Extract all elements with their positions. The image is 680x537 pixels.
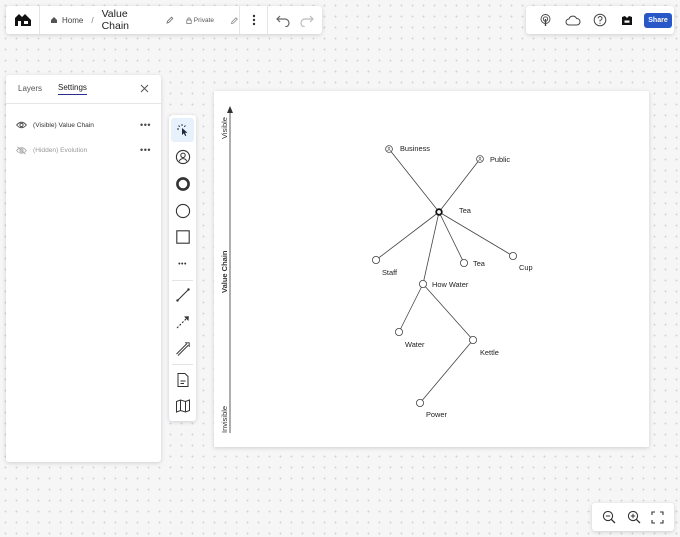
line-tool[interactable] — [171, 283, 194, 307]
node-water[interactable] — [394, 327, 403, 336]
link-public-tea[interactable] — [438, 158, 481, 213]
breadcrumb-separator: / — [91, 15, 94, 25]
label-tea[interactable]: Tea — [473, 259, 485, 268]
home-icon[interactable] — [50, 16, 58, 24]
node-tea-anchor[interactable] — [435, 208, 443, 216]
select-tool[interactable] — [171, 118, 194, 143]
layer-name: (Hidden) Evolution — [33, 146, 88, 154]
lock-icon — [186, 17, 192, 24]
component-tool[interactable] — [171, 198, 194, 222]
zoom-controls — [592, 503, 674, 531]
layers-settings-panel: Layers Settings (Visible) Value Chain ••… — [6, 75, 161, 462]
layer-item-evolution[interactable]: (Hidden) Evolution ••• — [16, 143, 151, 157]
app-logo-icon — [14, 14, 31, 26]
anchor-tool[interactable] — [171, 172, 194, 196]
layer-menu-icon[interactable]: ••• — [140, 146, 151, 155]
history-controls — [268, 6, 322, 34]
dashed-arrow-icon — [176, 316, 189, 329]
privacy-label: Private — [193, 16, 214, 24]
privacy-status[interactable]: Private — [186, 17, 214, 24]
eye-icon[interactable] — [16, 121, 29, 129]
label-water[interactable]: Water — [405, 340, 424, 349]
node-staff[interactable] — [371, 255, 380, 264]
undo-icon[interactable] — [275, 13, 291, 27]
fullscreen-icon[interactable] — [651, 510, 664, 524]
map-canvas[interactable]: Visible Value Chain Invisible Business P… — [214, 91, 649, 447]
line-icon — [175, 288, 190, 302]
label-public[interactable]: Public — [490, 155, 510, 164]
redo-icon[interactable] — [299, 13, 315, 27]
axis-label-value-chain: Value Chain — [220, 250, 229, 293]
label-business[interactable]: Business — [400, 144, 430, 153]
user-node-icon — [175, 149, 190, 165]
toolbox-divider — [172, 279, 193, 281]
tool-palette: ••• — [169, 115, 196, 421]
label-how-water[interactable]: How Water — [432, 280, 468, 289]
note-icon — [177, 372, 188, 387]
map-icon — [175, 399, 190, 414]
vertical-dots-icon — [252, 14, 255, 26]
cloud-icon[interactable] — [559, 6, 586, 34]
double-line-arrow-icon — [175, 342, 190, 356]
pencil-icon[interactable] — [166, 16, 174, 24]
user-tool[interactable] — [171, 145, 194, 169]
map-tool[interactable] — [171, 394, 194, 418]
more-tools-button[interactable]: ••• — [171, 252, 194, 276]
double-line-tool[interactable] — [171, 337, 194, 361]
label-kettle[interactable]: Kettle — [480, 348, 499, 357]
link-kettle-power[interactable] — [419, 339, 474, 404]
anchor-circle-icon — [175, 176, 190, 191]
more-icon: ••• — [178, 260, 187, 268]
node-kettle[interactable] — [468, 335, 477, 344]
axis-label-visible: Visible — [220, 117, 229, 139]
axis-arrow-icon — [227, 106, 233, 113]
rectangle-icon — [175, 230, 190, 245]
tab-layers[interactable]: Layers — [18, 84, 42, 95]
touch-icon[interactable] — [532, 6, 559, 34]
node-power[interactable] — [415, 398, 424, 407]
dashed-arrow-tool[interactable] — [171, 310, 194, 334]
node-cup[interactable] — [508, 251, 517, 260]
toolbox-divider — [172, 364, 193, 366]
layer-item-value-chain[interactable]: (Visible) Value Chain ••• — [16, 118, 151, 132]
node-public[interactable] — [476, 155, 484, 163]
axis-label-invisible: Invisible — [220, 405, 229, 433]
link-business-tea[interactable] — [388, 148, 440, 213]
eye-off-icon[interactable] — [16, 145, 29, 155]
link-how-water-kettle[interactable] — [422, 283, 474, 341]
label-power[interactable]: Power — [426, 410, 447, 419]
label-cup[interactable]: Cup — [519, 263, 533, 272]
top-toolbar: Home / Value Chain Private — [6, 6, 322, 34]
more-menu-button[interactable] — [240, 6, 268, 34]
help-icon[interactable] — [586, 6, 613, 34]
edit-icon[interactable] — [230, 16, 239, 25]
label-tea-anchor[interactable]: Tea — [459, 206, 471, 215]
component-circle-icon — [175, 203, 190, 218]
panel-tabs: Layers Settings — [6, 75, 161, 104]
share-button[interactable]: Share — [644, 12, 672, 28]
layer-name: (Visible) Value Chain — [33, 121, 94, 129]
rectangle-tool[interactable] — [171, 225, 194, 249]
select-icon — [176, 124, 187, 137]
zoom-in-icon[interactable] — [627, 510, 641, 524]
top-right-toolbar: Share — [526, 6, 674, 34]
layer-menu-icon[interactable]: ••• — [140, 121, 151, 130]
tab-settings[interactable]: Settings — [58, 83, 87, 95]
zoom-out-icon[interactable] — [602, 510, 616, 524]
page-title[interactable]: Value Chain — [102, 8, 158, 32]
close-icon[interactable] — [140, 84, 149, 95]
node-tea[interactable] — [459, 258, 468, 267]
value-chain-map[interactable] — [214, 91, 649, 447]
note-tool[interactable] — [171, 367, 194, 391]
link-how-water-water[interactable] — [398, 283, 424, 333]
gallery-icon[interactable] — [613, 6, 640, 34]
label-staff[interactable]: Staff — [382, 268, 397, 277]
node-business[interactable] — [385, 145, 393, 153]
node-how-water[interactable] — [418, 279, 427, 288]
breadcrumb-home-link[interactable]: Home — [62, 16, 83, 25]
breadcrumb: Home / Value Chain Private — [40, 6, 240, 34]
logo[interactable] — [6, 6, 40, 34]
